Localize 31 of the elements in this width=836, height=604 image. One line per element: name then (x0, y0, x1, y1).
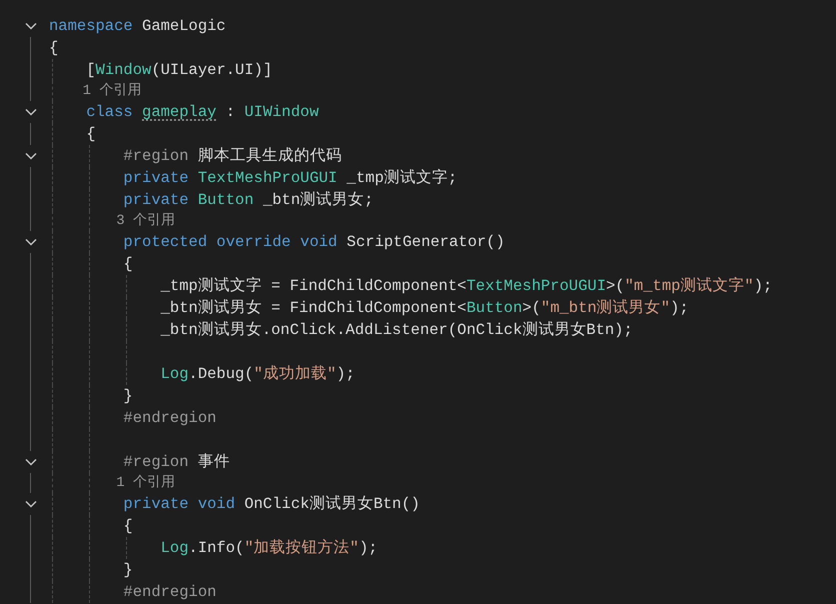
code-line: } (122, 560, 133, 581)
code-line: { (122, 516, 133, 537)
chevron-down-icon[interactable] (24, 152, 36, 160)
code-line: Log.Info("加载按钮方法"); (160, 538, 378, 559)
code-line: } (122, 386, 133, 407)
code-line: #endregion (122, 408, 216, 429)
code-line: class gameplay : UIWindow (85, 102, 319, 123)
reference-count-link[interactable]: 1 个引用 (49, 81, 142, 101)
code-line: private TextMeshProUGUI _tmp测试文字; (122, 168, 458, 189)
code-line: [Window(UILayer.UI)] (85, 60, 272, 81)
code-line: _btn测试男女.onClick.AddListener(OnClick测试男女Btn); (160, 320, 633, 341)
reference-count-link[interactable]: 1 个引用 (49, 473, 176, 493)
code-line: #endregion (122, 582, 216, 603)
code-line: { (122, 254, 133, 275)
chevron-down-icon[interactable] (24, 458, 36, 466)
code-line: #region 事件 (122, 452, 230, 473)
code-line: Log.Debug("成功加载"); (160, 364, 355, 385)
code-line: { (49, 38, 58, 59)
chevron-down-icon[interactable] (24, 500, 36, 508)
code-line: #region 脚本工具生成的代码 (122, 146, 342, 167)
code-line: private Button _btn测试男女; (122, 190, 374, 211)
code-line: private void OnClick测试男女Btn() (122, 494, 420, 515)
reference-count-link[interactable]: 3 个引用 (49, 211, 176, 231)
chevron-down-icon[interactable] (24, 238, 36, 246)
code-line: _tmp测试文字 = FindChildComponent<TextMeshProUGUI>("m_tmp测试文字"); (160, 276, 772, 297)
code-line: namespace GameLogic (49, 16, 226, 37)
chevron-down-icon[interactable] (24, 22, 36, 30)
code-line: protected override void ScriptGenerator() (122, 232, 505, 253)
code-line: { (85, 124, 96, 145)
code-line: _btn测试男女 = FindChildComponent<Button>("m_btn测试男女"); (160, 298, 689, 319)
chevron-down-icon[interactable] (24, 108, 36, 116)
